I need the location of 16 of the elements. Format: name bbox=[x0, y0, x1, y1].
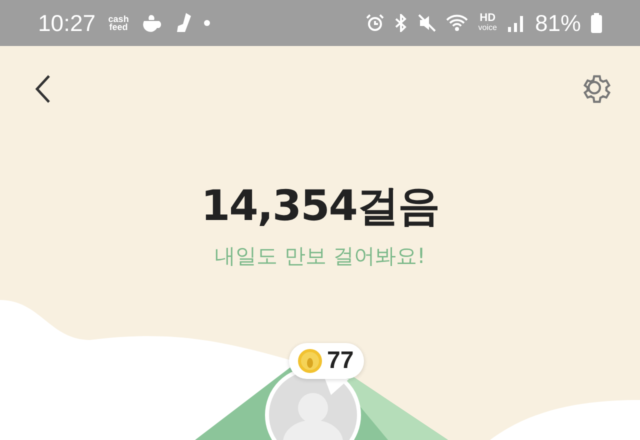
battery-icon bbox=[591, 13, 602, 33]
status-time: 10:27 bbox=[38, 10, 96, 36]
step-count: 14,354걸음 bbox=[200, 180, 440, 232]
hd-voice-label: HD voice bbox=[478, 14, 497, 32]
encouragement-message: 내일도 만보 걸어봐요! bbox=[214, 243, 426, 270]
wifi-icon bbox=[446, 14, 468, 32]
mute-icon bbox=[418, 14, 436, 32]
bluetooth-icon bbox=[394, 14, 408, 32]
app-logo: cash feed bbox=[107, 15, 130, 31]
dot-icon bbox=[204, 20, 210, 26]
signal-icon bbox=[506, 14, 525, 32]
coin-icon bbox=[297, 348, 323, 374]
battery-percent: 81% bbox=[534, 10, 581, 36]
cup-icon bbox=[142, 13, 164, 33]
alarm-icon bbox=[366, 14, 384, 32]
bubble-tail-icon bbox=[325, 379, 349, 395]
